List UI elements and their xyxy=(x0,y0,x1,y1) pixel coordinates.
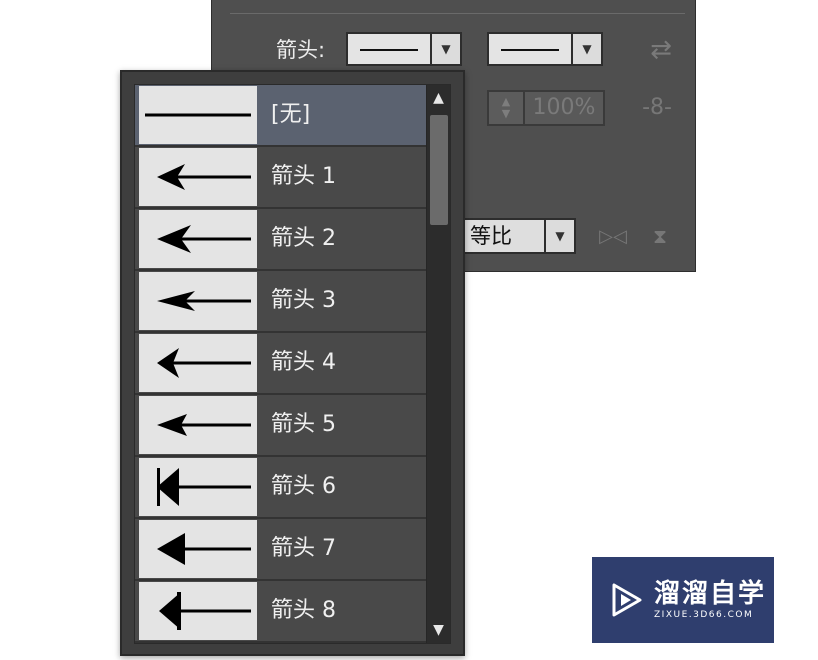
arrowhead-option-label: [无] xyxy=(271,102,311,127)
arrowhead-option[interactable]: 箭头 8 xyxy=(135,581,427,643)
align-value[interactable]: 等比 xyxy=(460,218,546,254)
arrowhead-option-label: 箭头 1 xyxy=(271,164,336,189)
arrowhead-list-frame: [无] 箭头 1 箭头 2 箭头 3 箭头 4 箭头 5 箭头 6 箭头 7 箭头 8 ▲ ▼ xyxy=(134,84,451,644)
arrowheads-label: 箭头: xyxy=(276,38,326,62)
arrowhead-option-label: 箭头 7 xyxy=(271,536,336,561)
chevron-down-icon[interactable]: ▼ xyxy=(546,218,576,254)
no-arrowhead-icon xyxy=(139,86,257,144)
arrowhead-option[interactable]: [无] xyxy=(135,85,427,147)
scroll-up-icon[interactable]: ▲ xyxy=(427,85,450,111)
arrowhead-3-icon xyxy=(139,272,257,330)
arrowhead-option[interactable]: 箭头 2 xyxy=(135,209,427,271)
scrollbar[interactable]: ▲ ▼ xyxy=(426,85,450,643)
end-arrowhead-select[interactable]: ▼ xyxy=(487,32,603,66)
start-arrowhead-select[interactable]: ▼ xyxy=(346,32,462,66)
watermark-subtitle: ZIXUE.3D66.COM xyxy=(654,610,754,620)
chevron-down-icon[interactable]: ▼ xyxy=(573,32,603,66)
arrowhead-option[interactable]: 箭头 3 xyxy=(135,271,427,333)
arrowhead-option-label: 箭头 4 xyxy=(271,350,336,375)
scale-value[interactable]: 100% xyxy=(525,92,603,124)
divider xyxy=(230,13,685,14)
scroll-down-icon[interactable]: ▼ xyxy=(427,617,450,643)
arrowhead-2-icon xyxy=(139,210,257,268)
arrowhead-5-icon xyxy=(139,396,257,454)
arrowhead-option-label: 箭头 8 xyxy=(271,598,336,623)
arrowhead-4-icon xyxy=(139,334,257,392)
chevron-down-icon[interactable]: ▼ xyxy=(432,32,462,66)
watermark-logo: 溜溜自学 ZIXUE.3D66.COM xyxy=(592,557,774,643)
arrowhead-option-list: [无] 箭头 1 箭头 2 箭头 3 箭头 4 箭头 5 箭头 6 箭头 7 箭头 8 xyxy=(135,85,427,643)
arrowhead-dropdown: [无] 箭头 1 箭头 2 箭头 3 箭头 4 箭头 5 箭头 6 箭头 7 箭头 8 ▲ ▼ xyxy=(120,70,465,656)
watermark-title: 溜溜自学 xyxy=(654,579,767,609)
arrowhead-7-icon xyxy=(139,520,257,578)
watermark-text: 溜溜自学 ZIXUE.3D66.COM xyxy=(654,579,766,621)
swap-arrows-icon[interactable]: ⇄ xyxy=(644,36,678,64)
arrowhead-option-label: 箭头 3 xyxy=(271,288,336,313)
end-arrowhead-preview[interactable] xyxy=(487,32,573,66)
arrowhead-8-icon xyxy=(139,582,257,640)
align-select[interactable]: 等比 ▼ xyxy=(460,218,576,254)
arrowhead-option[interactable]: 箭头 6 xyxy=(135,457,427,519)
link-icon[interactable]: -8- xyxy=(640,92,674,124)
arrowhead-6-icon xyxy=(139,458,257,516)
arrowhead-option-label: 箭头 6 xyxy=(271,474,336,499)
arrowhead-1-icon xyxy=(139,148,257,206)
arrowhead-option-label: 箭头 2 xyxy=(271,226,336,251)
arrowhead-option[interactable]: 箭头 4 xyxy=(135,333,427,395)
stepper-arrows-icon[interactable]: ▲ ▼ xyxy=(489,92,525,124)
align-value-text: 等比 xyxy=(470,224,512,248)
arrowhead-option[interactable]: 箭头 7 xyxy=(135,519,427,581)
scroll-thumb[interactable] xyxy=(430,115,448,225)
arrowhead-option-label: 箭头 5 xyxy=(271,412,336,437)
flip-horizontal-icon[interactable]: ▷◁ xyxy=(597,222,629,252)
arrowhead-option[interactable]: 箭头 1 xyxy=(135,147,427,209)
flip-vertical-icon[interactable]: ⧗ xyxy=(644,220,676,252)
play-logo-icon xyxy=(612,583,642,617)
arrowhead-option[interactable]: 箭头 5 xyxy=(135,395,427,457)
scale-stepper[interactable]: ▲ ▼ 100% xyxy=(487,90,605,126)
start-arrowhead-preview[interactable] xyxy=(346,32,432,66)
